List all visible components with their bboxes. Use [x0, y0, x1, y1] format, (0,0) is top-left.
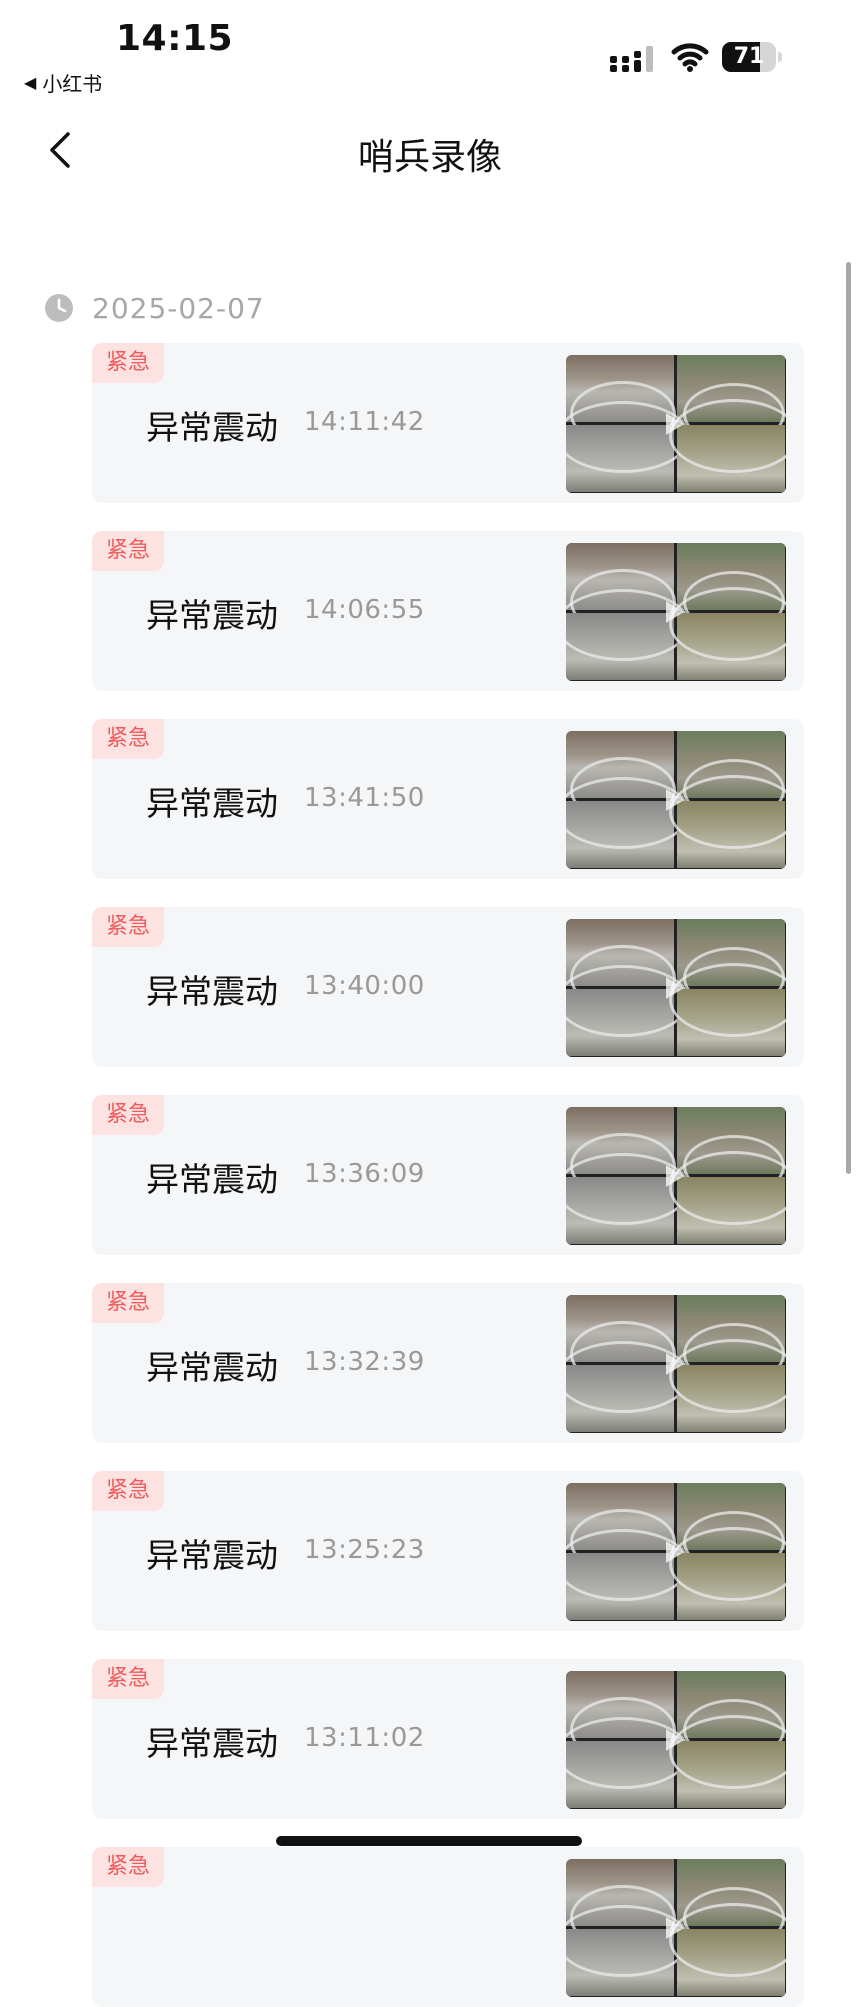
- event-type: 异常震动: [146, 1160, 278, 1199]
- battery-indicator: 71: [722, 42, 784, 72]
- recording-item[interactable]: 紧急 异常震动 13:41:50: [92, 719, 804, 879]
- video-thumbnail[interactable]: [566, 731, 786, 869]
- play-icon: [666, 1541, 684, 1563]
- event-type: 异常震动: [146, 408, 278, 447]
- battery-level: 71: [733, 44, 765, 69]
- date-label: 2025-02-07: [92, 291, 265, 325]
- back-app-label: 小红书: [42, 72, 103, 96]
- event-time: 14:06:55: [304, 595, 425, 625]
- play-icon: [666, 977, 684, 999]
- scrollbar[interactable]: [846, 262, 851, 1174]
- page-title: 哨兵录像: [357, 137, 502, 178]
- play-icon: [666, 413, 684, 435]
- date-header: 2025-02-07: [44, 290, 265, 326]
- video-thumbnail[interactable]: [566, 1859, 786, 1997]
- recording-item[interactable]: 紧急 异常震动 13:32:39: [92, 1283, 804, 1443]
- play-icon: [666, 1729, 684, 1751]
- nav-bar: 哨兵录像: [0, 110, 860, 190]
- urgent-tag: 紧急: [92, 907, 164, 947]
- event-type: 异常震动: [146, 784, 278, 823]
- event-type: 异常震动: [146, 1536, 278, 1575]
- recording-item[interactable]: 紧急 异常震动 14:11:42: [92, 343, 804, 503]
- video-thumbnail[interactable]: [566, 1671, 786, 1809]
- urgent-tag: 紧急: [92, 1847, 164, 1887]
- status-bar: 14:15 ◀ 小红书 71: [0, 0, 860, 100]
- video-thumbnail[interactable]: [566, 1295, 786, 1433]
- back-triangle-icon: ◀: [24, 73, 37, 92]
- urgent-tag: 紧急: [92, 531, 164, 571]
- play-icon: [666, 1353, 684, 1375]
- event-time: 13:40:00: [304, 971, 425, 1001]
- recording-item[interactable]: 紧急 异常震动 13:36:09: [92, 1095, 804, 1255]
- urgent-tag: 紧急: [92, 1659, 164, 1699]
- event-time: 13:41:50: [304, 783, 425, 813]
- event-time: 14:11:42: [304, 407, 425, 437]
- play-icon: [666, 601, 684, 623]
- event-time: 13:11:02: [304, 1723, 425, 1753]
- video-thumbnail[interactable]: [566, 355, 786, 493]
- urgent-tag: 紧急: [92, 343, 164, 383]
- clock-icon: [45, 294, 73, 322]
- video-thumbnail[interactable]: [566, 543, 786, 681]
- status-time: 14:15: [116, 18, 234, 59]
- cellular-signal-icon: [610, 46, 653, 72]
- recording-item[interactable]: 紧急 异常震动 13:11:02: [92, 1659, 804, 1819]
- event-time: 13:25:23: [304, 1535, 425, 1565]
- urgent-tag: 紧急: [92, 719, 164, 759]
- back-to-app-link[interactable]: ◀ 小红书: [24, 68, 102, 97]
- video-thumbnail[interactable]: [566, 1483, 786, 1621]
- event-type: 异常震动: [146, 972, 278, 1011]
- play-icon: [666, 1917, 684, 1939]
- play-icon: [666, 789, 684, 811]
- event-time: 13:32:39: [304, 1347, 425, 1377]
- event-type: 异常震动: [146, 1348, 278, 1387]
- video-thumbnail[interactable]: [566, 919, 786, 1057]
- recording-item[interactable]: 紧急 异常震动 14:06:55: [92, 531, 804, 691]
- home-indicator: [276, 1836, 582, 1846]
- event-type: 异常震动: [146, 596, 278, 635]
- urgent-tag: 紧急: [92, 1471, 164, 1511]
- video-thumbnail[interactable]: [566, 1107, 786, 1245]
- recording-item[interactable]: 紧急: [92, 1847, 804, 2007]
- play-icon: [666, 1165, 684, 1187]
- urgent-tag: 紧急: [92, 1283, 164, 1323]
- urgent-tag: 紧急: [92, 1095, 164, 1135]
- back-chevron-icon[interactable]: [40, 128, 84, 172]
- wifi-icon: [671, 43, 709, 72]
- recording-item[interactable]: 紧急 异常震动 13:40:00: [92, 907, 804, 1067]
- event-type: 异常震动: [146, 1724, 278, 1763]
- recording-item[interactable]: 紧急 异常震动 13:25:23: [92, 1471, 804, 1631]
- event-time: 13:36:09: [304, 1159, 425, 1189]
